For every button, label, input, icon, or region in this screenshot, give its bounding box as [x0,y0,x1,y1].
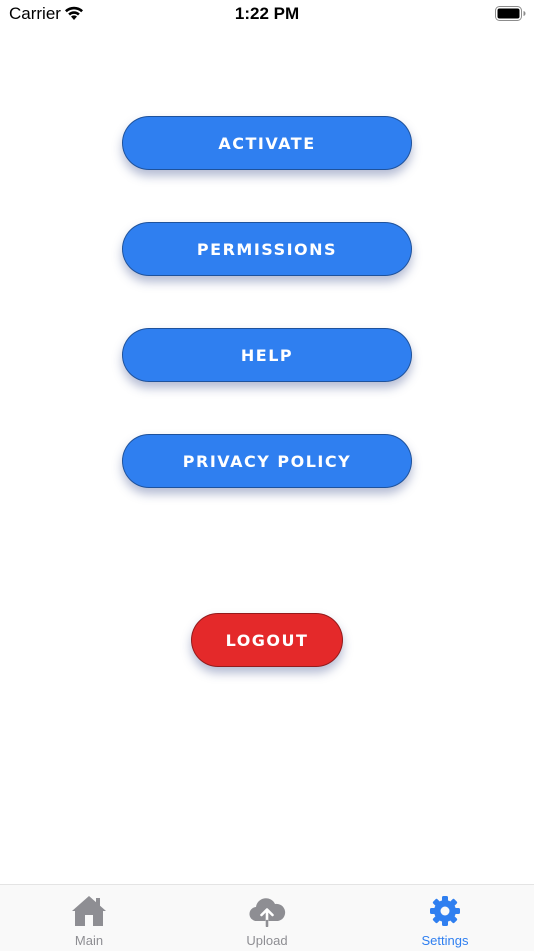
activate-button[interactable]: ACTIVATE [122,116,412,170]
battery-icon [495,6,526,21]
gear-icon [430,896,460,926]
cloud-upload-icon [249,898,286,927]
status-bar: Carrier 1:22 PM [0,0,534,28]
logout-button[interactable]: LOGOUT [191,613,343,667]
permissions-button-label: PERMISSIONS [196,239,338,259]
home-icon [72,896,106,926]
logout-button-label: LOGOUT [225,630,309,650]
tab-main[interactable]: Main [0,885,178,951]
help-button-label: HELP [240,345,294,365]
tab-settings[interactable]: Settings [356,885,534,951]
privacy-policy-button[interactable]: PRIVACY POLICY [122,434,412,488]
help-button[interactable]: HELP [122,328,412,382]
tab-upload[interactable]: Upload [178,885,356,951]
clock: 1:22 PM [234,4,300,23]
activate-button-label: ACTIVATE [218,133,316,153]
privacy-policy-button-label: PRIVACY POLICY [182,451,352,471]
tab-upload-label: Upload [246,933,288,948]
tab-bar: Main Upload Settings [0,884,534,951]
permissions-button[interactable]: PERMISSIONS [122,222,412,276]
tab-settings-label: Settings [421,933,469,948]
tab-main-label: Main [74,933,104,948]
